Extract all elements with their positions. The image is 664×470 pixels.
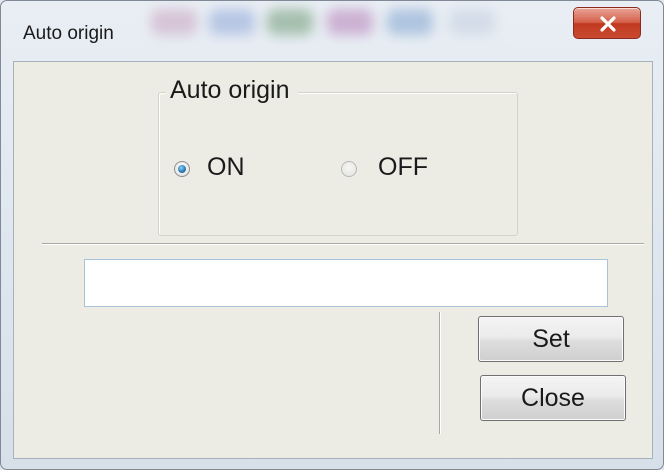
close-button[interactable]: Close [480,375,626,421]
window-close-button[interactable] [573,7,641,39]
vertical-separator [439,312,441,434]
horizontal-separator [42,243,644,245]
radio-on[interactable] [174,161,190,177]
dialog-window: Auto origin Auto origin ON OFF Set Close [0,0,664,470]
close-icon [600,16,616,32]
window-title: Auto origin [23,23,114,44]
radio-on-label[interactable]: ON [207,153,245,182]
background-taskbar-blur [151,5,571,45]
radio-off-label[interactable]: OFF [378,153,428,182]
title-bar[interactable]: Auto origin [1,1,663,61]
radio-off[interactable] [341,161,357,177]
value-input[interactable] [84,259,608,307]
dialog-client-area: Auto origin ON OFF Set Close [13,61,653,459]
set-button[interactable]: Set [478,316,624,362]
groupbox-legend: Auto origin [166,76,298,105]
